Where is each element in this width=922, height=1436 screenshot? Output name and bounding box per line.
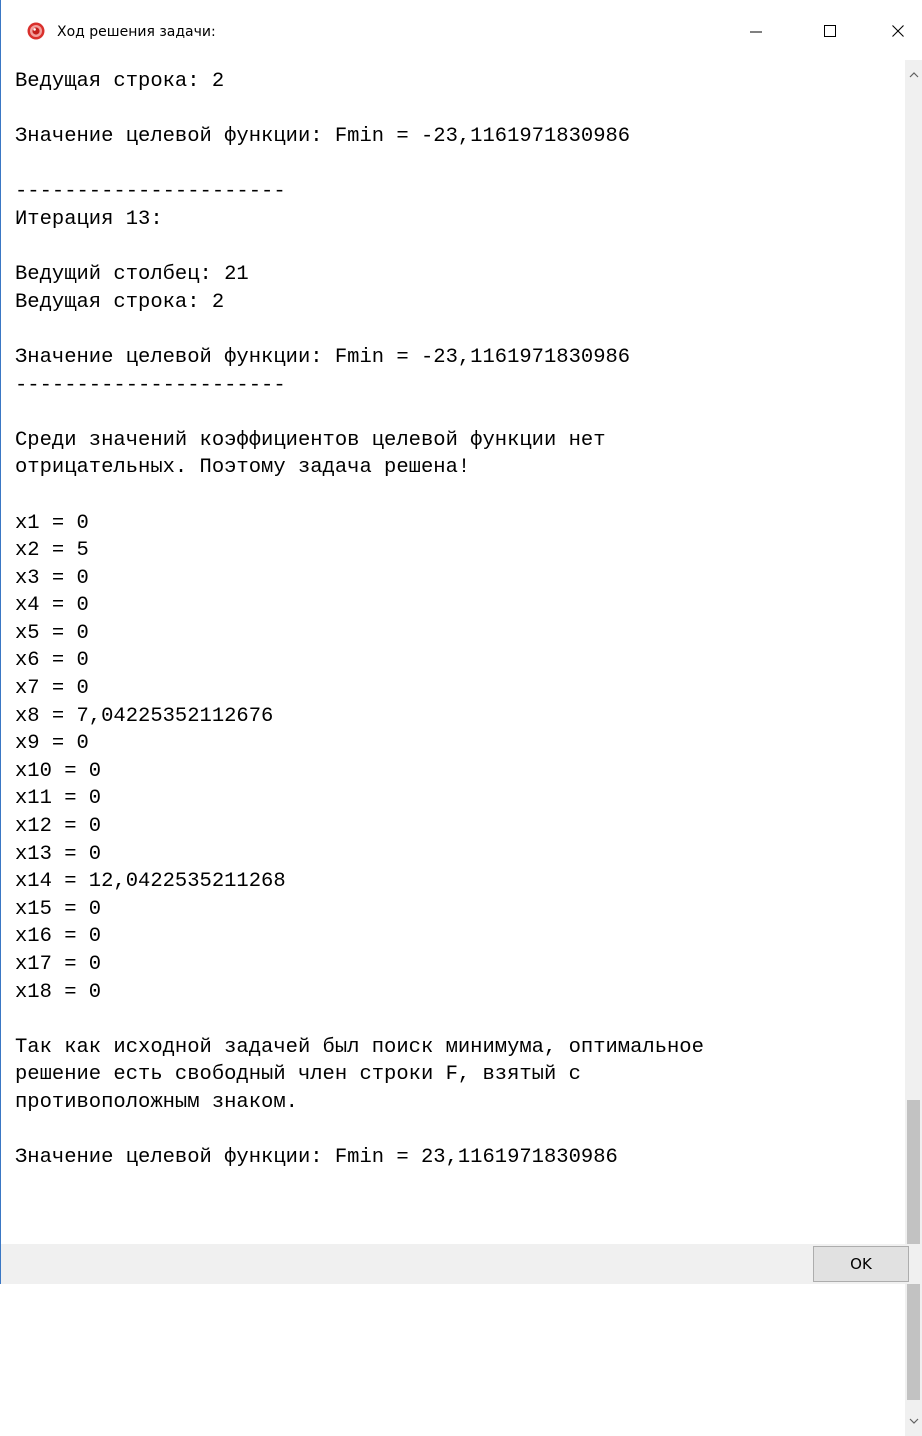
ok-button[interactable]: OK	[813, 1246, 909, 1282]
minimize-icon	[750, 31, 762, 33]
log-line: Среди значений коэффициентов целевой фун…	[15, 428, 606, 452]
log-line: Значение целевой функции: Fmin = -23,116…	[15, 345, 631, 369]
chevron-up-icon	[909, 72, 918, 78]
log-line: x18 = 0	[15, 980, 102, 1004]
log-line: x12 = 0	[15, 815, 102, 839]
scroll-up-button[interactable]	[905, 62, 922, 88]
dialog-window: Ход решения задачи: Ведущая строка: 2 Зн…	[0, 0, 922, 1436]
log-line: x2 = 5	[15, 539, 89, 563]
log-line: ----------------------	[15, 373, 286, 397]
log-line: Значение целевой функции: Fmin = -23,116…	[15, 125, 631, 149]
log-line: x10 = 0	[15, 759, 102, 783]
chevron-down-icon	[909, 1418, 918, 1424]
log-line: x8 = 7,04225352112676	[15, 704, 274, 728]
log-line: x5 = 0	[15, 621, 89, 645]
solution-log-textarea[interactable]: Ведущая строка: 2 Значение целевой функц…	[7, 60, 905, 1436]
solution-log-text: Ведущая строка: 2 Значение целевой функц…	[15, 68, 905, 1172]
maximize-button[interactable]	[807, 8, 853, 54]
log-line: x15 = 0	[15, 897, 102, 921]
minimize-button[interactable]	[733, 8, 779, 54]
log-line: отрицательных. Поэтому задача решена!	[15, 456, 471, 480]
log-line: Ведущая строка: 2	[15, 70, 225, 93]
log-line: Ведущая строка: 2	[15, 290, 225, 314]
log-line: x16 = 0	[15, 925, 102, 949]
log-line: x1 = 0	[15, 511, 89, 535]
title-bar[interactable]: Ход решения задачи:	[1, 0, 922, 60]
scroll-down-button[interactable]	[905, 1408, 922, 1434]
log-line: x17 = 0	[15, 953, 102, 976]
log-line: x7 = 0	[15, 677, 89, 701]
log-line: x6 = 0	[15, 649, 89, 673]
log-line: x3 = 0	[15, 566, 89, 590]
app-record-icon	[27, 22, 45, 40]
log-line: x11 = 0	[15, 787, 102, 811]
log-line: Ведущий столбец: 21	[15, 263, 249, 287]
log-line: Так как исходной задачей был поиск миним…	[15, 1035, 704, 1059]
log-line: Итерация 13:	[15, 207, 163, 231]
log-line: Значение целевой функции: Fmin = 23,1161…	[15, 1146, 618, 1170]
log-line: решение есть свободный член строки F, вз…	[15, 1063, 581, 1087]
log-line: ----------------------	[15, 180, 286, 204]
close-button[interactable]	[875, 8, 921, 54]
vertical-scrollbar[interactable]	[905, 60, 922, 1436]
log-line: x9 = 0	[15, 732, 89, 756]
close-icon	[892, 25, 904, 37]
log-line: x4 = 0	[15, 594, 89, 618]
log-line: x14 = 12,0422535211268	[15, 870, 286, 894]
log-line: x13 = 0	[15, 842, 102, 866]
window-title: Ход решения задачи:	[57, 24, 216, 40]
dialog-footer	[1, 1244, 922, 1284]
log-line: противоположным знаком.	[15, 1090, 298, 1114]
maximize-icon	[824, 25, 836, 37]
